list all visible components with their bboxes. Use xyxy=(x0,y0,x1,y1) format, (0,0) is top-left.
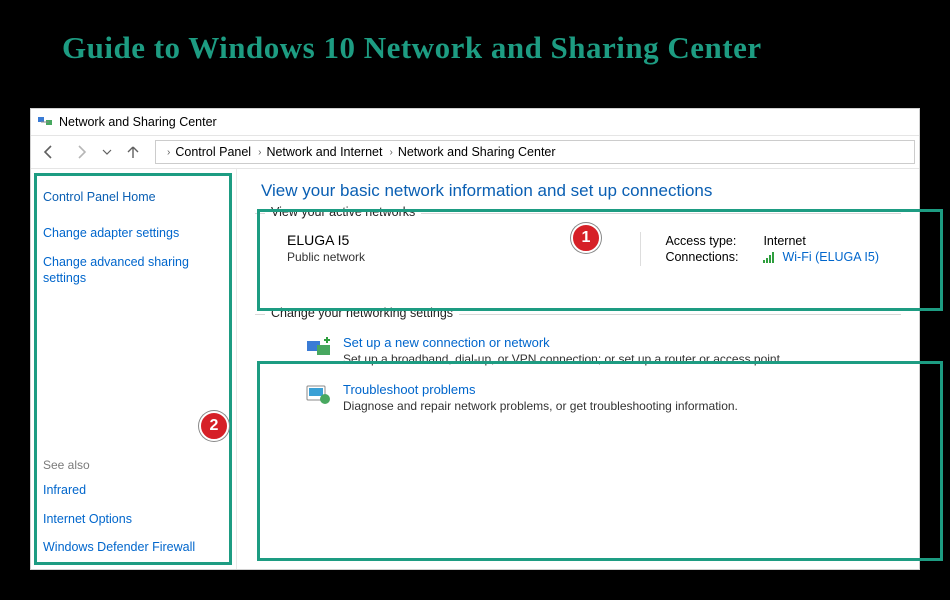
back-button[interactable] xyxy=(35,138,63,166)
window-titlebar: Network and Sharing Center xyxy=(31,109,919,135)
breadcrumb-item[interactable]: Control Panel xyxy=(175,145,251,159)
access-type-label: Access type: xyxy=(665,234,755,248)
see-also-infrared-link[interactable]: Infrared xyxy=(43,482,224,498)
breadcrumb-item[interactable]: Network and Internet xyxy=(266,145,382,159)
address-bar: ›Control Panel ›Network and Internet ›Ne… xyxy=(31,135,919,169)
window-title-text: Network and Sharing Center xyxy=(59,115,217,129)
change-settings-group: Change your networking settings Set up a… xyxy=(255,314,901,431)
setup-connection-desc: Set up a broadband, dial-up, or VPN conn… xyxy=(343,352,783,366)
main-heading: View your basic network information and … xyxy=(261,181,901,201)
active-networks-group: View your active networks ELUGA I5 Publi… xyxy=(255,213,901,280)
change-advanced-sharing-link[interactable]: Change advanced sharing settings xyxy=(43,254,224,287)
network-center-icon xyxy=(37,114,53,130)
setup-connection-item: Set up a new connection or network Set u… xyxy=(265,329,891,376)
connection-link[interactable]: Wi-Fi (ELUGA I5) xyxy=(782,250,879,264)
change-adapter-settings-link[interactable]: Change adapter settings xyxy=(43,225,224,241)
troubleshoot-link[interactable]: Troubleshoot problems xyxy=(343,382,738,397)
breadcrumb-bar[interactable]: ›Control Panel ›Network and Internet ›Ne… xyxy=(155,140,915,164)
setup-connection-link[interactable]: Set up a new connection or network xyxy=(343,335,783,350)
wifi-signal-icon xyxy=(763,251,774,263)
chevron-right-icon: › xyxy=(386,147,395,158)
troubleshoot-desc: Diagnose and repair network problems, or… xyxy=(343,399,738,413)
active-networks-label: View your active networks xyxy=(265,205,421,219)
control-panel-home-link[interactable]: Control Panel Home xyxy=(43,189,224,205)
network-details: Access type: Internet Connections: Wi-Fi… xyxy=(640,232,879,266)
chevron-right-icon: › xyxy=(255,147,264,158)
forward-button[interactable] xyxy=(67,138,95,166)
see-also-internet-options-link[interactable]: Internet Options xyxy=(43,511,224,527)
access-type-value: Internet xyxy=(763,234,805,248)
change-settings-label: Change your networking settings xyxy=(265,306,459,320)
breadcrumb-item[interactable]: Network and Sharing Center xyxy=(398,145,556,159)
troubleshoot-icon xyxy=(305,382,333,406)
up-button[interactable] xyxy=(119,138,147,166)
see-also-label: See also xyxy=(43,458,224,472)
network-type: Public network xyxy=(287,250,365,264)
page-heading: Guide to Windows 10 Network and Sharing … xyxy=(0,0,950,66)
network-name: ELUGA I5 xyxy=(287,232,365,248)
active-network-block: ELUGA I5 Public network xyxy=(287,232,365,266)
chevron-right-icon: › xyxy=(164,147,173,158)
setup-connection-icon xyxy=(305,335,333,359)
troubleshoot-item: Troubleshoot problems Diagnose and repai… xyxy=(265,376,891,423)
see-also-defender-firewall-link[interactable]: Windows Defender Firewall xyxy=(43,539,224,555)
network-sharing-window: Network and Sharing Center ›Control Pane… xyxy=(30,108,920,570)
sidebar: Control Panel Home Change adapter settin… xyxy=(31,169,237,569)
recent-dropdown[interactable] xyxy=(99,138,115,166)
main-panel: View your basic network information and … xyxy=(237,169,919,569)
connections-label: Connections: xyxy=(665,250,755,264)
